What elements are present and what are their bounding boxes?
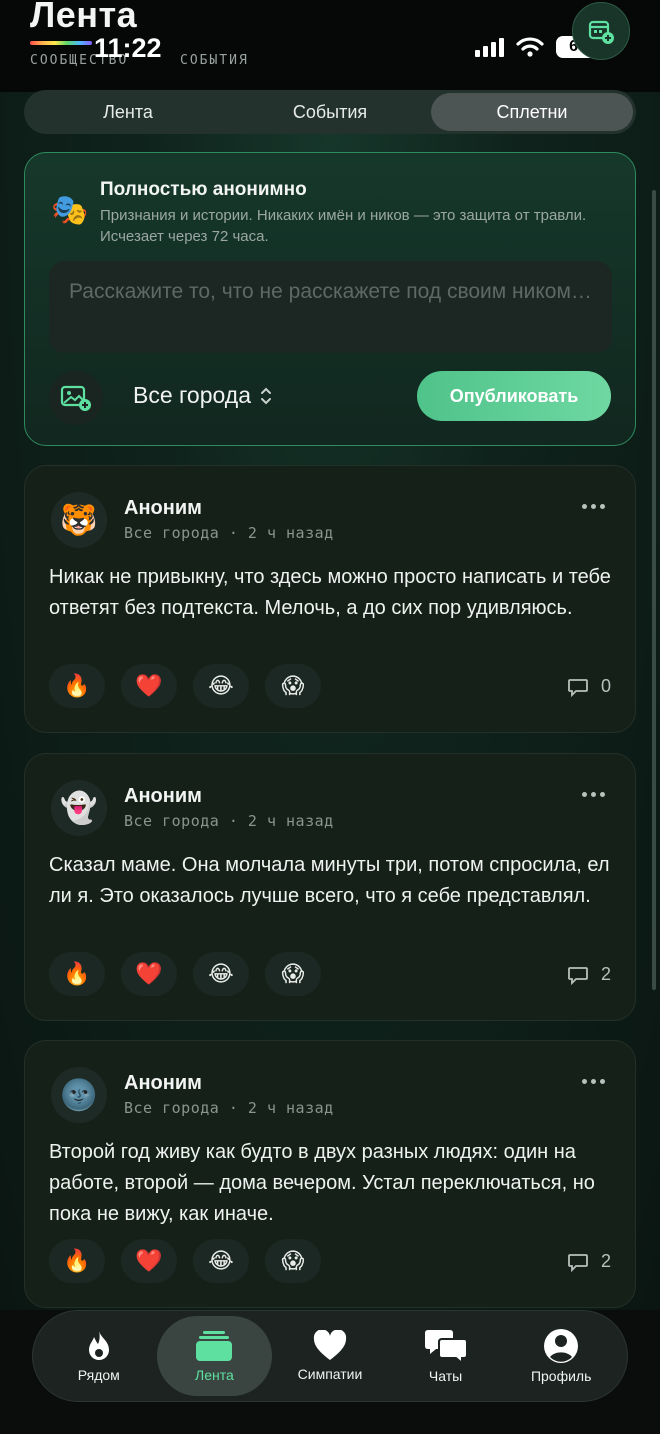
- fire-reaction-button[interactable]: 🔥: [49, 1239, 105, 1283]
- fire-reaction-button[interactable]: 🔥: [49, 952, 105, 996]
- image-add-icon: [60, 385, 91, 411]
- tabbar-item-chats[interactable]: Чаты: [388, 1316, 504, 1396]
- fire-reaction-button[interactable]: 🔥: [49, 664, 105, 708]
- post-city: Все города: [124, 1099, 220, 1117]
- tabbar-label: Чаты: [428, 1368, 463, 1384]
- wifi-icon: [516, 37, 544, 57]
- tabbar-label: Рядом: [77, 1367, 120, 1383]
- post-time: 2 ч назад: [247, 1099, 334, 1117]
- post-meta: Все города · 2 ч назад: [124, 1099, 334, 1117]
- post-meta: Все города · 2 ч назад: [124, 812, 334, 830]
- more-options-icon[interactable]: [582, 1079, 605, 1084]
- avatar: 🐯: [51, 492, 107, 548]
- flame-icon: [88, 1331, 109, 1360]
- city-select[interactable]: Все города: [133, 382, 273, 409]
- heart-icon: [313, 1330, 347, 1360]
- comments-count: 0: [600, 676, 611, 696]
- tabbar-item-feed[interactable]: Лента: [156, 1316, 273, 1396]
- avatar: 🌚: [51, 1067, 107, 1123]
- chevron-up-down-icon: [261, 387, 271, 404]
- tabbar-item-nearby[interactable]: Рядом: [41, 1316, 157, 1396]
- top-bar: Лента СООБЩЕСТВО СОБЫТИЯ 11:22 66: [0, 0, 660, 92]
- post-time: 2 ч назад: [247, 524, 334, 542]
- more-options-icon[interactable]: [582, 792, 605, 797]
- reactions: 🔥 ❤️ 😂 😱: [49, 952, 321, 996]
- publish-button[interactable]: Опубликовать: [417, 371, 611, 421]
- tabbar-label: Лента: [195, 1367, 234, 1383]
- shock-reaction-button[interactable]: 😱: [265, 952, 321, 996]
- shock-reaction-button[interactable]: 😱: [265, 664, 321, 708]
- tab-events[interactable]: События: [229, 93, 431, 131]
- post-text: Никак не привыкну, что здесь можно прост…: [49, 566, 611, 619]
- composer-description: Признания и истории. Никаких имён и нико…: [100, 207, 587, 245]
- rainbow-underline: [30, 41, 92, 45]
- laugh-reaction-button[interactable]: 😂: [193, 1239, 249, 1283]
- heart-reaction-button[interactable]: ❤️: [121, 1239, 177, 1283]
- heart-reaction-button[interactable]: ❤️: [121, 664, 177, 708]
- post-text: Сказал маме. Она молчала минуты три, пот…: [49, 854, 610, 907]
- chat-icon: [424, 1330, 468, 1364]
- segmented-control: Лента События Сплетни: [24, 90, 636, 134]
- tabbar-item-profile[interactable]: Профиль: [503, 1316, 619, 1396]
- city-select-label: Все города: [133, 382, 251, 408]
- comments-button[interactable]: 2: [567, 1251, 611, 1272]
- post-text-input[interactable]: Расскажите то, что не расскажете под сво…: [49, 261, 612, 353]
- comments-button[interactable]: 0: [567, 676, 611, 697]
- avatar: 👻: [51, 780, 107, 836]
- comment-icon: [568, 966, 588, 985]
- post-text: Второй год живу как будто в двух разных …: [49, 1141, 595, 1225]
- heart-reaction-button[interactable]: ❤️: [121, 952, 177, 996]
- reactions: 🔥 ❤️ 😂 😱: [49, 1239, 321, 1283]
- more-options-icon[interactable]: [582, 504, 605, 509]
- comments-count: 2: [600, 964, 611, 984]
- composer-title: Полностью анонимно: [100, 179, 307, 200]
- post-card: 👻 Аноним Все города · 2 ч назад Сказал м…: [24, 753, 636, 1021]
- profile-icon: [544, 1329, 579, 1363]
- comments-count: 2: [600, 1251, 611, 1271]
- shock-reaction-button[interactable]: 😱: [265, 1239, 321, 1283]
- post-time: 2 ч назад: [247, 812, 334, 830]
- laugh-reaction-button[interactable]: 😂: [193, 952, 249, 996]
- post-author: Аноним: [124, 1072, 202, 1094]
- post-city: Все города: [124, 524, 220, 542]
- status-time: 11:22: [94, 33, 162, 63]
- tabbar-label: Симпатии: [297, 1366, 363, 1382]
- theater-masks-icon: 🎭: [51, 194, 89, 227]
- laugh-reaction-button[interactable]: 😂: [193, 664, 249, 708]
- post-author: Аноним: [124, 785, 202, 807]
- tab-gossip[interactable]: Сплетни: [431, 93, 633, 131]
- post-meta: Все города · 2 ч назад: [124, 524, 334, 542]
- signal-icon: [475, 37, 504, 57]
- post-card: 🌚 Аноним Все города · 2 ч назад Второй г…: [24, 1040, 636, 1308]
- post-city: Все города: [124, 812, 220, 830]
- comment-icon: [568, 678, 588, 697]
- bottom-tab-bar: Рядом Лента Симпатии Чаты Профиль: [32, 1310, 628, 1402]
- page-title: Лента: [30, 0, 138, 35]
- tabbar-label: Профиль: [530, 1368, 592, 1384]
- reactions: 🔥 ❤️ 😂 😱: [49, 664, 321, 708]
- add-event-button[interactable]: [572, 2, 630, 60]
- comment-icon: [568, 1253, 588, 1272]
- anonymous-composer: 🎭 Полностью анонимно Признания и истории…: [24, 152, 636, 446]
- scrollbar[interactable]: [652, 190, 656, 990]
- subnav-events[interactable]: СОБЫТИЯ: [180, 53, 249, 68]
- attach-photo-button[interactable]: [49, 371, 103, 425]
- tab-feed[interactable]: Лента: [27, 93, 229, 131]
- tabbar-item-likes[interactable]: Симпатии: [272, 1316, 388, 1396]
- comments-button[interactable]: 2: [567, 964, 611, 985]
- post-author: Аноним: [124, 497, 202, 519]
- calendar-add-icon: [588, 20, 614, 44]
- post-card: 🐯 Аноним Все города · 2 ч назад Никак не…: [24, 465, 636, 733]
- feed-icon: [196, 1331, 233, 1361]
